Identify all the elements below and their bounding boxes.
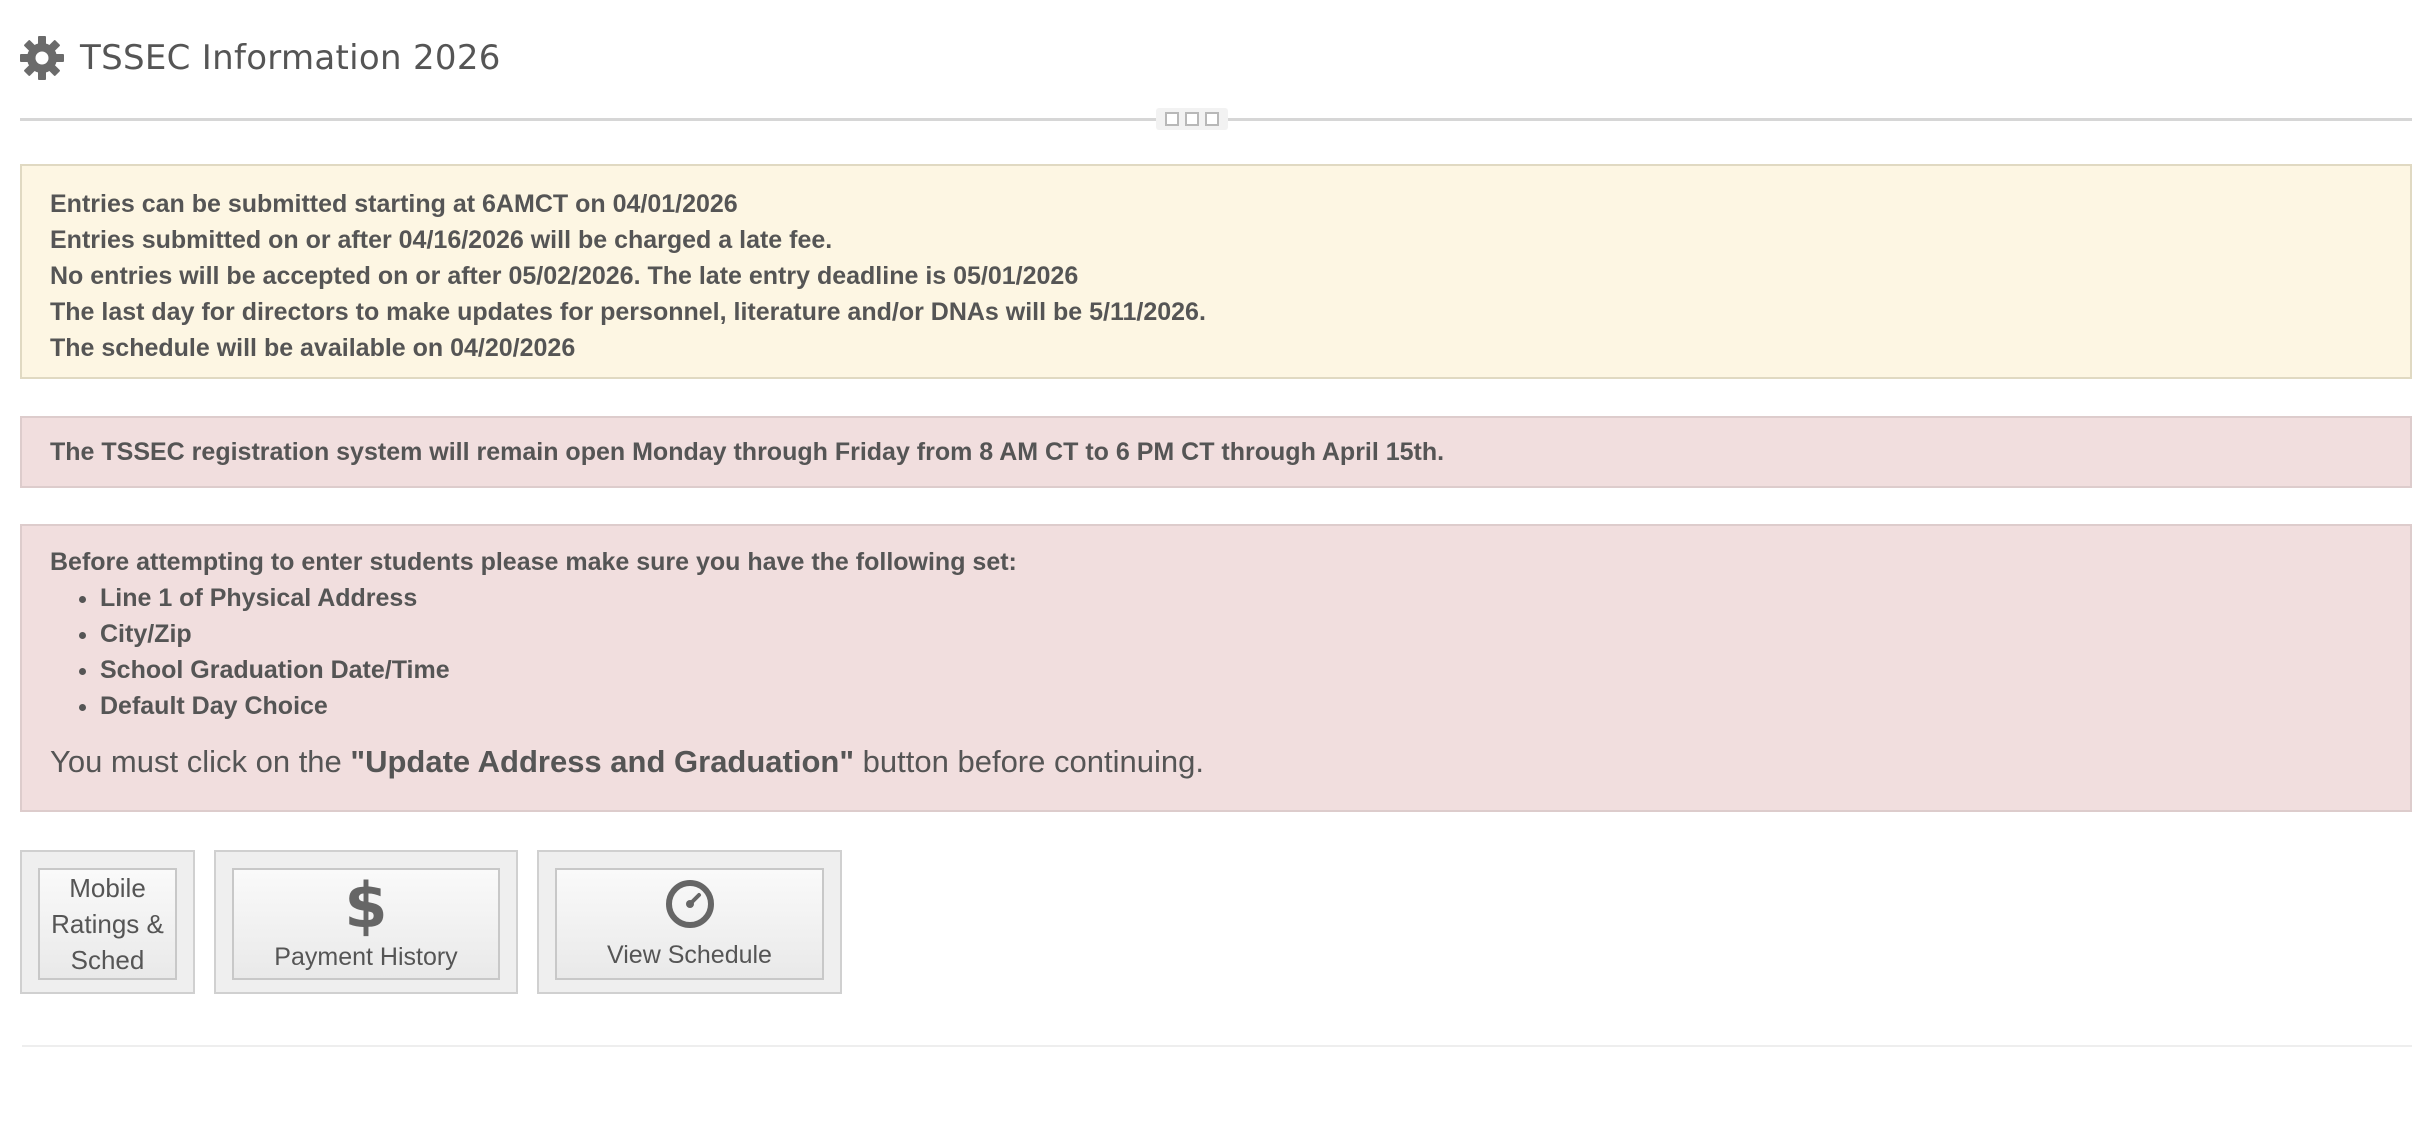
dates-line: The schedule will be available on 04/20/… <box>50 334 576 362</box>
mobile-tile: Mobile Ratings & Sched <box>20 850 195 994</box>
notice-prefix: You must click on the <box>50 744 351 779</box>
hours-alert: The TSSEC registration system will remai… <box>20 416 2412 488</box>
requirements-alert: Before attempting to enter students plea… <box>20 524 2412 812</box>
page-header: TSSEC Information 2026 <box>18 30 501 86</box>
dates-alert: Entries can be submitted starting at 6AM… <box>20 164 2412 379</box>
splitter-handle[interactable] <box>1156 108 1228 130</box>
payment-history-button[interactable]: $ Payment History <box>232 868 500 980</box>
hours-text: The TSSEC registration system will remai… <box>50 437 1445 466</box>
schedule-tile: View Schedule <box>537 850 842 994</box>
requirements-list: Line 1 of Physical Address City/Zip Scho… <box>50 580 2382 724</box>
mobile-label-line: Sched <box>70 945 145 975</box>
list-item: Line 1 of Physical Address <box>100 580 2382 616</box>
gear-icon <box>18 34 66 82</box>
dates-line: The last day for directors to make updat… <box>50 298 1206 326</box>
notice-button-name: "Update Address and Graduation" <box>350 744 855 779</box>
mobile-label-line: Mobile <box>69 873 146 903</box>
page: TSSEC Information 2026 Entries can be su… <box>0 0 2430 1132</box>
clock-icon <box>664 878 716 930</box>
view-schedule-label: View Schedule <box>607 941 772 969</box>
dollar-icon: $ <box>344 869 388 942</box>
mobile-ratings-button[interactable]: Mobile Ratings & Sched <box>38 868 177 980</box>
bottom-divider <box>22 1045 2412 1047</box>
splitter-grip-icon <box>1185 112 1199 126</box>
splitter-grip-icon <box>1165 112 1179 126</box>
payment-tile: $ Payment History <box>214 850 518 994</box>
payment-history-label: Payment History <box>274 943 458 971</box>
list-item: City/Zip <box>100 616 2382 652</box>
list-item: School Graduation Date/Time <box>100 652 2382 688</box>
page-title: TSSEC Information 2026 <box>80 38 501 78</box>
splitter-grip-icon <box>1205 112 1219 126</box>
list-item: Default Day Choice <box>100 688 2382 724</box>
update-notice: You must click on the "Update Address an… <box>50 742 2382 782</box>
view-schedule-button[interactable]: View Schedule <box>555 868 824 980</box>
dates-line: No entries will be accepted on or after … <box>50 262 1079 290</box>
notice-suffix: button before continuing. <box>854 744 1204 779</box>
dates-line: Entries can be submitted starting at 6AM… <box>50 190 738 218</box>
requirements-intro: Before attempting to enter students plea… <box>50 548 1017 576</box>
dates-line: Entries submitted on or after 04/16/2026… <box>50 226 833 254</box>
mobile-label-line: Ratings & <box>51 909 164 939</box>
